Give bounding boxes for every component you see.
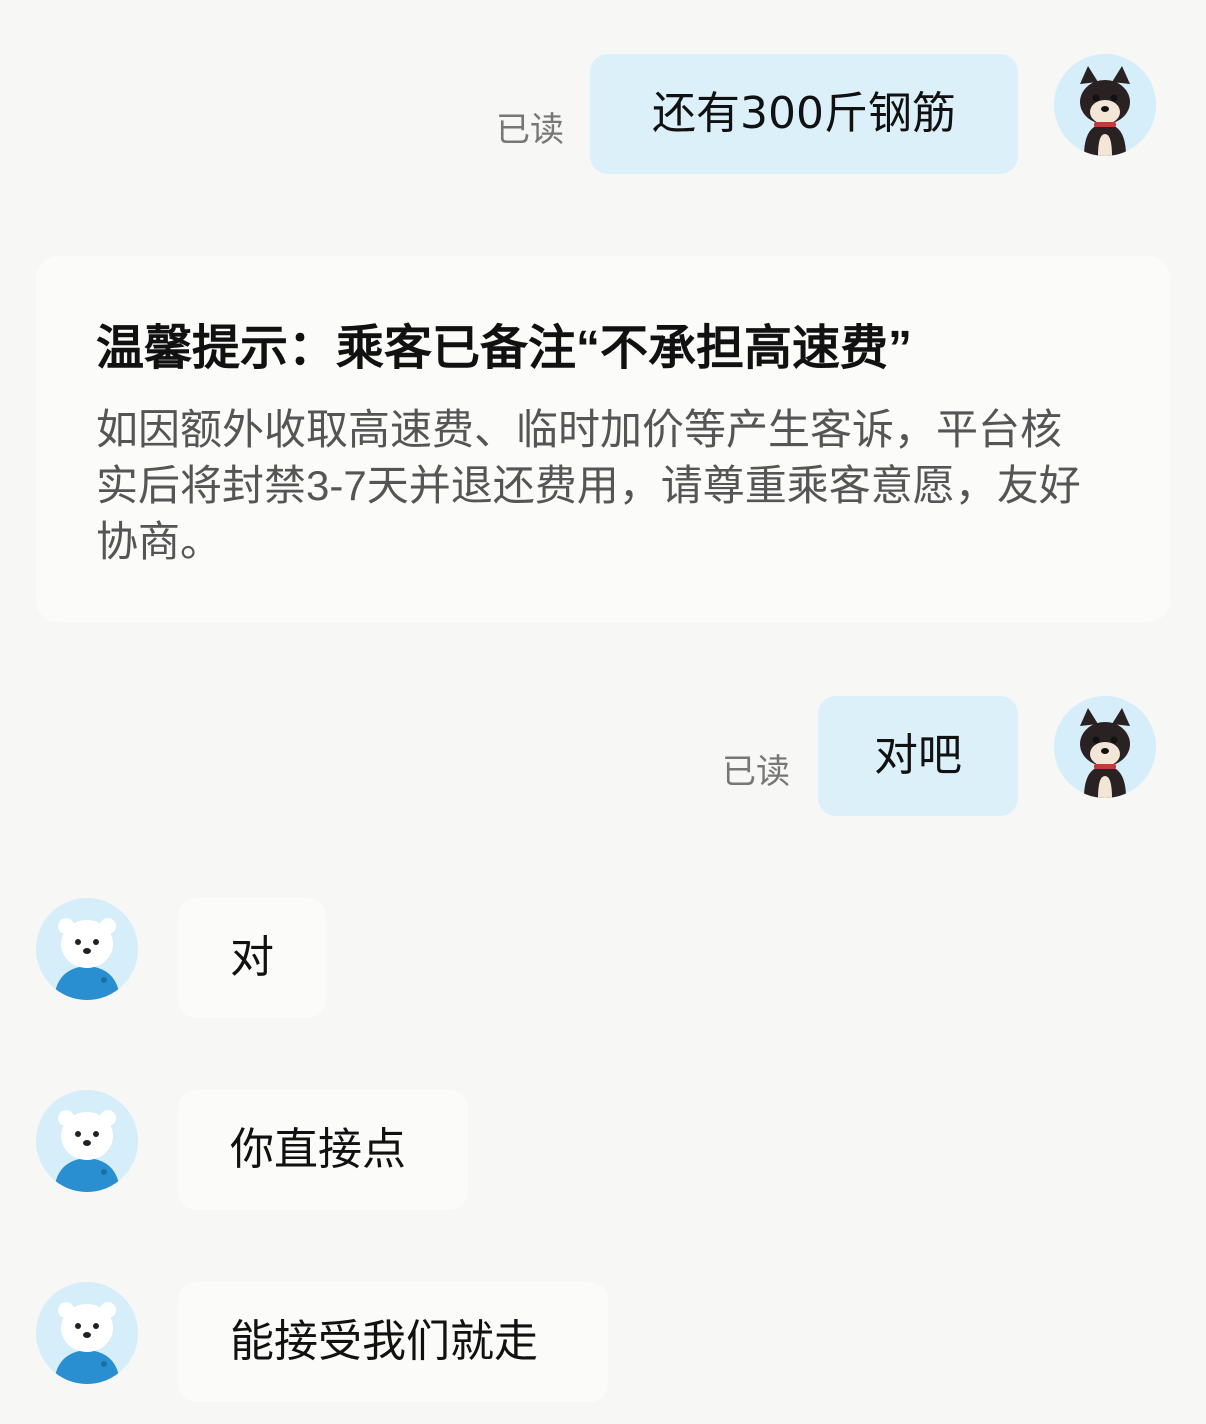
- polar-bear-avatar-icon[interactable]: [36, 898, 138, 1000]
- message-text: 还有300斤钢筋: [652, 88, 956, 139]
- chat-window: 已读 还有300斤钢筋 温馨提示：乘客已备注“不承担高速费” 如因额外收取高速费…: [0, 0, 1206, 1424]
- notice-body: 如因额外收取高速费、临时加价等产生客诉，平台核实后将封禁3-7天并退还费用，请尊…: [96, 406, 1081, 565]
- outgoing-message-bubble[interactable]: 还有300斤钢筋: [590, 54, 1018, 174]
- message-text: 对: [230, 932, 274, 983]
- incoming-message-bubble[interactable]: 对: [178, 898, 326, 1018]
- message-text: 你直接点: [230, 1124, 406, 1175]
- incoming-message-bubble[interactable]: 能接受我们就走: [178, 1282, 608, 1402]
- shiba-dog-avatar-icon[interactable]: [1054, 696, 1156, 798]
- polar-bear-avatar-icon[interactable]: [36, 1090, 138, 1192]
- incoming-message-bubble[interactable]: 你直接点: [178, 1090, 468, 1210]
- polar-bear-avatar-icon[interactable]: [36, 1282, 138, 1384]
- message-text: 对吧: [874, 730, 962, 781]
- shiba-dog-avatar-icon[interactable]: [1054, 54, 1156, 156]
- read-receipt: 已读: [496, 110, 564, 150]
- system-notice-card: 温馨提示：乘客已备注“不承担高速费” 如因额外收取高速费、临时加价等产生客诉，平…: [36, 256, 1170, 622]
- notice-title: 温馨提示：乘客已备注“不承担高速费”: [96, 322, 913, 375]
- outgoing-message-bubble[interactable]: 对吧: [818, 696, 1018, 816]
- read-receipt: 已读: [722, 752, 790, 792]
- message-text: 能接受我们就走: [230, 1316, 538, 1367]
